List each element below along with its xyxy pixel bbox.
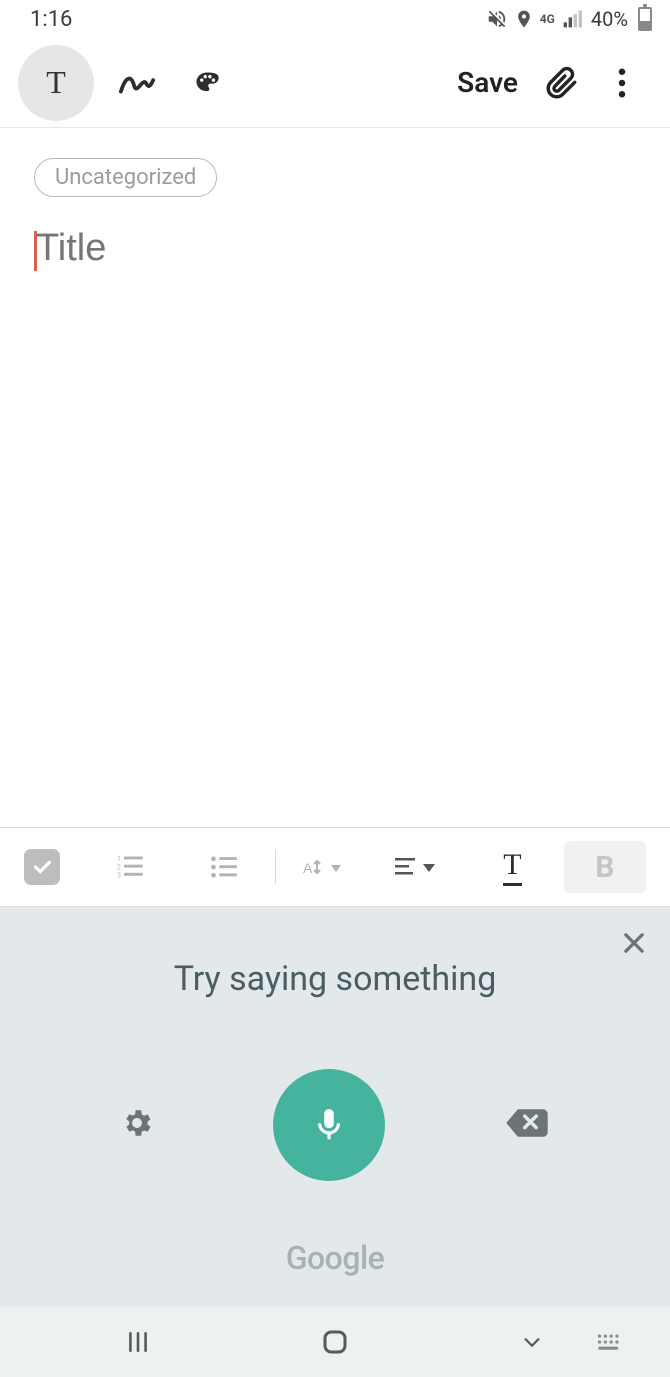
pen-icon: [118, 68, 156, 98]
underline-button[interactable]: T: [471, 841, 553, 893]
mute-icon: [486, 8, 508, 30]
checklist-button[interactable]: [24, 849, 60, 885]
recents-icon: [123, 1329, 153, 1355]
status-bar: 1:16 4G 40%: [0, 0, 670, 38]
format-toolbar: 123 A T B: [0, 827, 670, 907]
attach-button[interactable]: [532, 65, 592, 101]
google-brand: Google: [286, 1239, 385, 1277]
svg-text:3: 3: [117, 872, 121, 880]
gear-icon: [120, 1106, 154, 1140]
paperclip-icon: [545, 65, 579, 101]
underline-icon: T: [503, 848, 521, 886]
bullet-list-icon: [207, 853, 241, 881]
home-icon: [320, 1327, 350, 1357]
microphone-button[interactable]: [273, 1069, 385, 1181]
recents-button[interactable]: [108, 1329, 168, 1355]
battery-icon: [638, 7, 652, 31]
battery-percent: 40%: [591, 7, 628, 31]
location-icon: [514, 8, 534, 30]
status-icons: 4G 40%: [486, 7, 652, 31]
voice-input-panel: Try saying something Google: [0, 907, 670, 1307]
category-chip[interactable]: Uncategorized: [34, 158, 217, 197]
title-field[interactable]: [34, 227, 636, 270]
text-caret: [34, 231, 37, 271]
save-button[interactable]: Save: [443, 66, 532, 99]
svg-text:2: 2: [117, 863, 121, 871]
clock: 1:16: [30, 7, 72, 32]
close-icon: [620, 929, 648, 957]
bold-icon: B: [595, 850, 614, 885]
more-vertical-icon: [618, 68, 626, 98]
editor-area[interactable]: Uncategorized: [0, 128, 670, 827]
align-button[interactable]: [379, 841, 461, 893]
backspace-icon: [504, 1106, 550, 1140]
close-voice-button[interactable]: [620, 929, 648, 961]
app-toolbar: T Save: [0, 38, 670, 128]
text-tool-icon: T: [46, 64, 66, 101]
keyboard-icon: [596, 1332, 624, 1352]
text-tool-button[interactable]: T: [18, 45, 94, 121]
bullet-list-button[interactable]: [182, 841, 264, 893]
numbered-list-button[interactable]: 123: [90, 841, 172, 893]
home-button[interactable]: [305, 1327, 365, 1357]
microphone-icon: [310, 1103, 348, 1147]
more-options-button[interactable]: [592, 68, 652, 98]
voice-prompt-text: Try saying something: [174, 959, 497, 999]
voice-backspace-button[interactable]: [504, 1106, 550, 1144]
divider: [275, 850, 277, 884]
back-button[interactable]: [502, 1331, 562, 1353]
signal-icon: [561, 9, 583, 29]
svg-text:A: A: [303, 860, 313, 876]
system-nav-bar: [0, 1307, 670, 1377]
bold-button[interactable]: B: [564, 841, 646, 893]
pen-tool-button[interactable]: [102, 48, 172, 118]
svg-text:1: 1: [117, 855, 121, 863]
network-type: 4G: [540, 12, 555, 26]
font-size-icon: A: [303, 853, 353, 881]
voice-settings-button[interactable]: [120, 1106, 154, 1144]
chevron-down-icon: [516, 1331, 548, 1353]
keyboard-switch-button[interactable]: [580, 1332, 640, 1352]
align-icon: [395, 854, 445, 880]
check-icon: [31, 856, 53, 878]
palette-icon: [189, 69, 225, 97]
title-input[interactable]: [34, 227, 636, 270]
palette-tool-button[interactable]: [172, 48, 242, 118]
numbered-list-icon: 123: [114, 853, 148, 881]
font-size-button[interactable]: A: [286, 841, 368, 893]
